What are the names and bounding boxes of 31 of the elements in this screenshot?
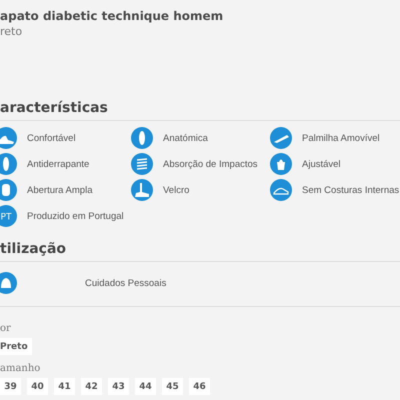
product-subtitle: reto: [0, 25, 24, 38]
feature-label: Anatómica: [163, 132, 208, 144]
feature-label: Produzido em Portugal: [27, 210, 124, 222]
feature-label: Palmilha Amovível: [302, 132, 380, 144]
bell-icon: [0, 272, 17, 294]
feature-label: Ajustável: [302, 158, 341, 170]
country-badge-icon: PT: [0, 205, 17, 227]
color-label: or: [0, 323, 12, 334]
shoe-icon: [0, 127, 17, 149]
feature-label: Antiderrapante: [27, 158, 90, 170]
usage-label: Cuidados Pessoais: [85, 278, 166, 288]
size-option[interactable]: 44: [135, 378, 156, 395]
size-option[interactable]: 39: [0, 378, 21, 395]
feature-label: Abertura Ampla: [27, 184, 92, 196]
feature-label: Velcro: [163, 184, 190, 196]
size-option[interactable]: 41: [54, 378, 75, 395]
size-option[interactable]: 43: [108, 378, 129, 395]
feature-label: Absorção de Impactos: [163, 158, 258, 170]
section-heading: aracterísticas: [0, 100, 400, 121]
size-option[interactable]: 42: [81, 378, 102, 395]
insole-icon: [0, 153, 17, 175]
size-label: amanho: [0, 363, 42, 374]
section-heading: tilização: [0, 241, 400, 262]
size-option[interactable]: 46: [189, 378, 210, 395]
feature-label: Confortável: [27, 132, 76, 144]
product-title: apato diabetic technique homem: [0, 9, 224, 23]
feature-label: Sem Costuras Internas: [302, 184, 400, 196]
size-option[interactable]: 45: [162, 378, 183, 395]
insole-icon: [131, 127, 153, 149]
color-option[interactable]: Preto: [0, 338, 32, 355]
size-option[interactable]: 40: [27, 378, 48, 395]
